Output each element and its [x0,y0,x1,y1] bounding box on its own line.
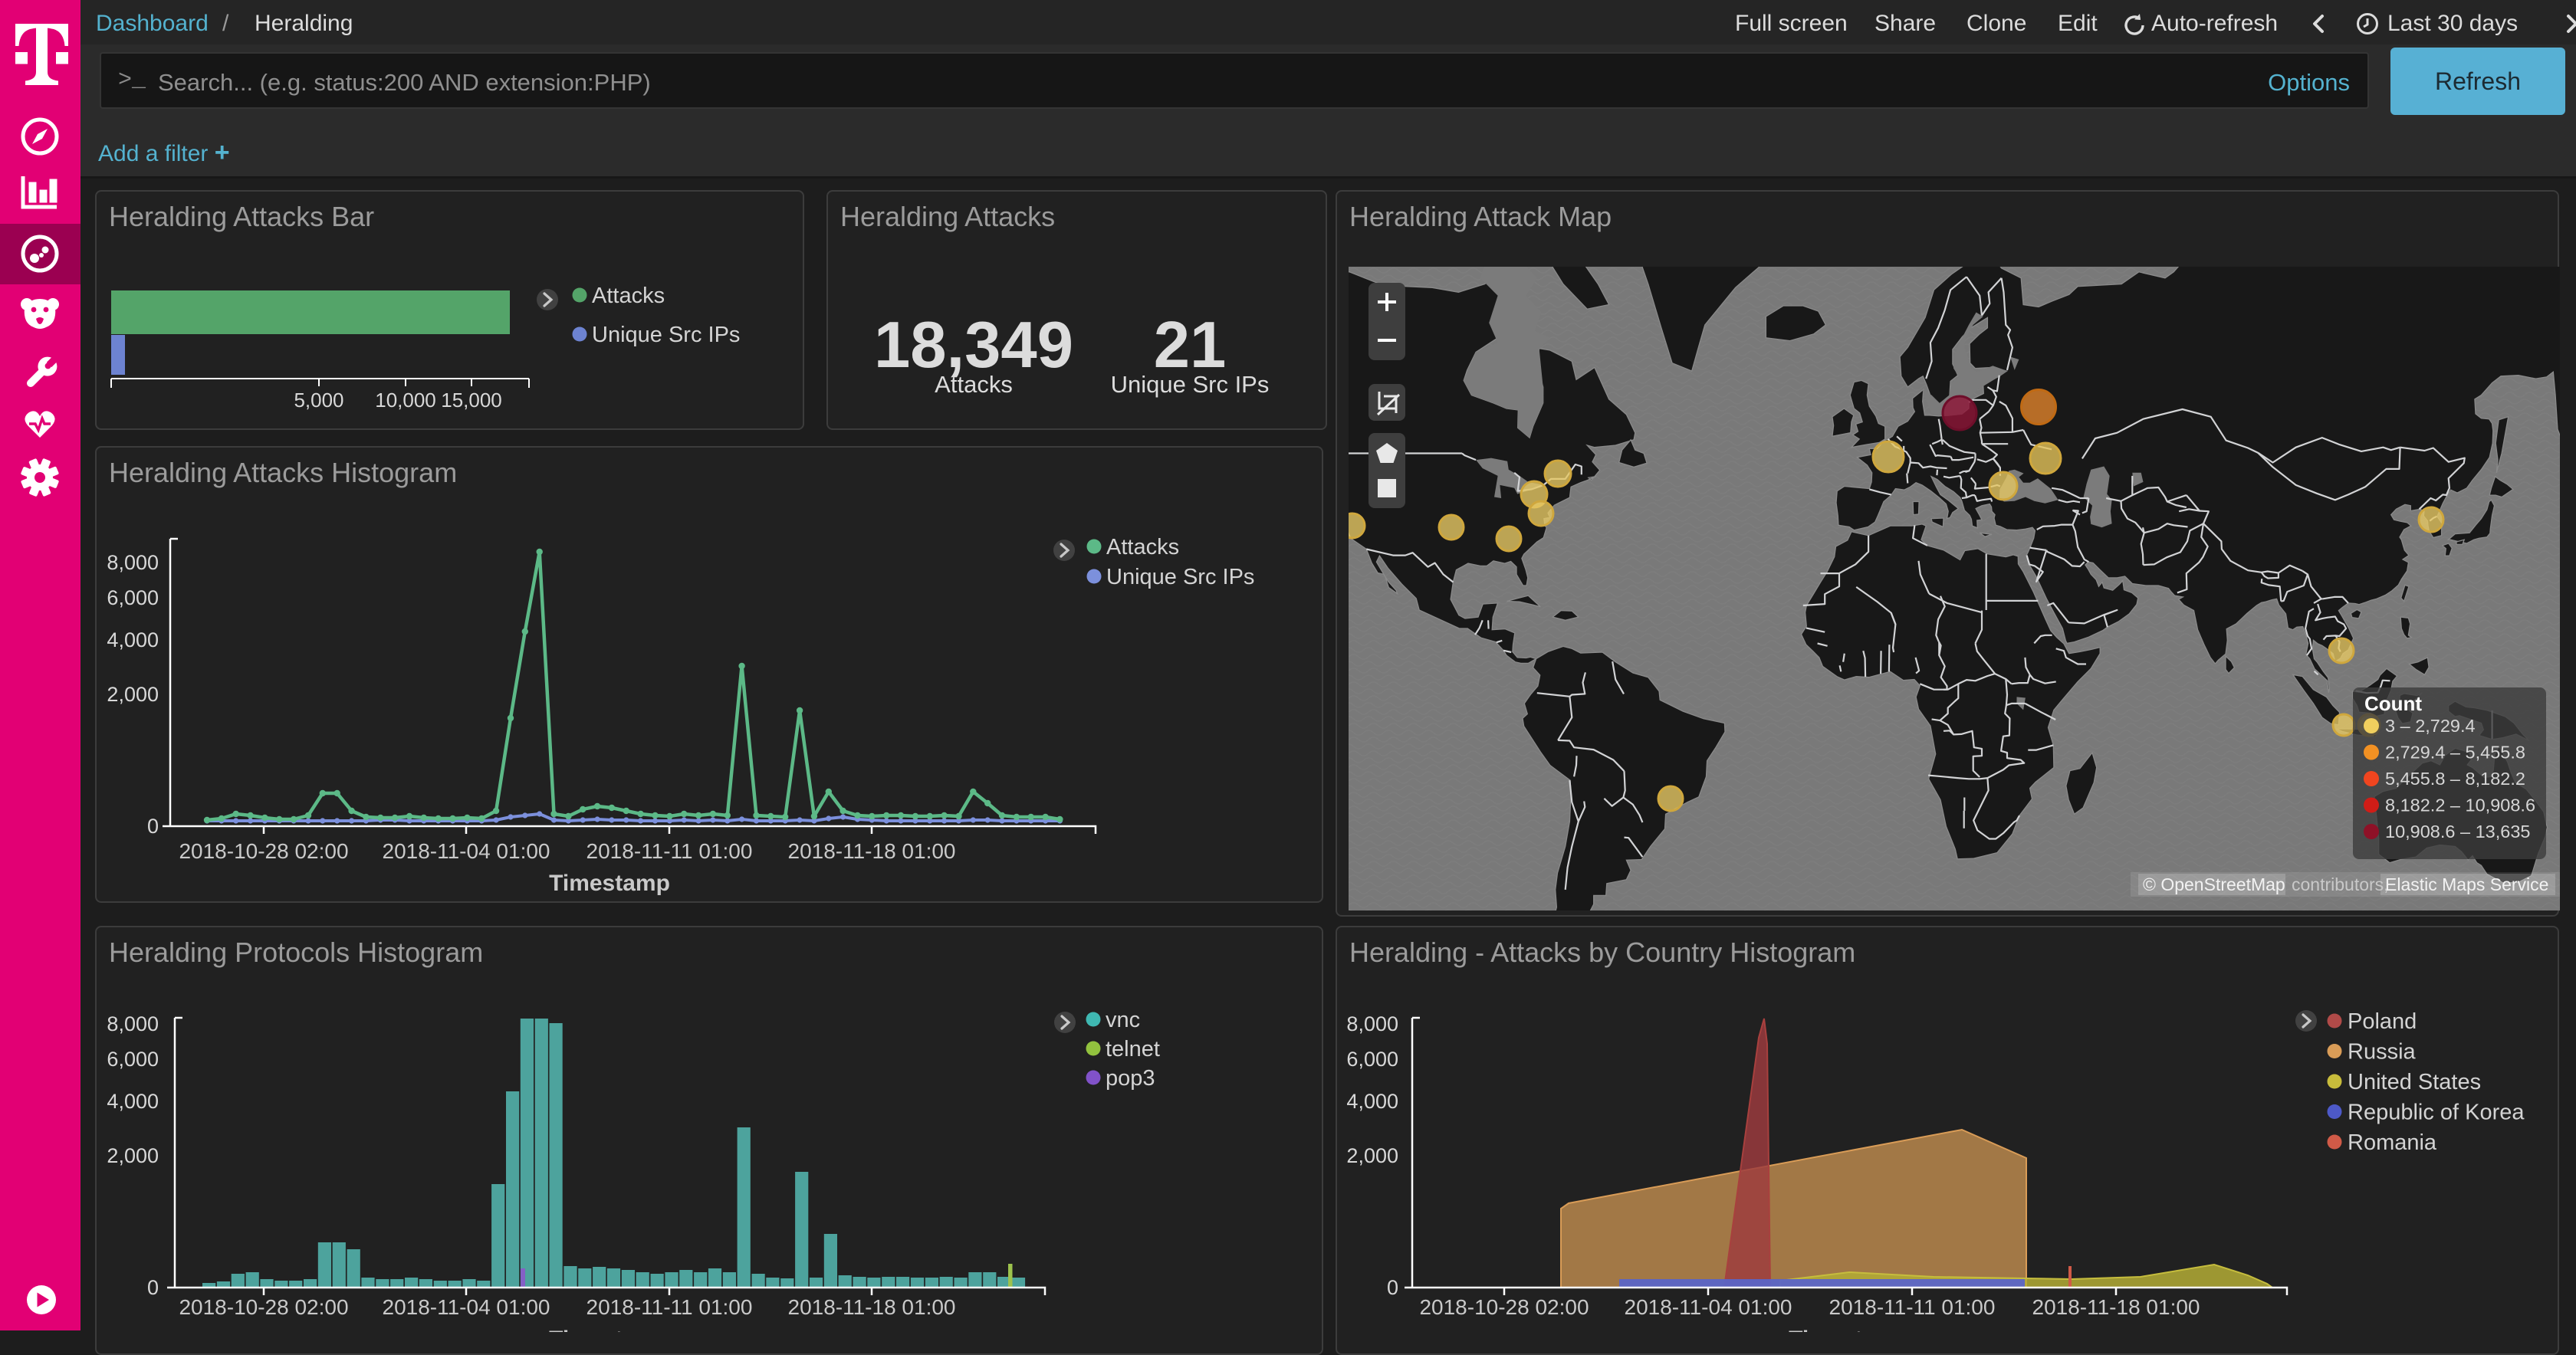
svg-text:Unique Src IPs: Unique Src IPs [592,323,740,347]
svg-text:4,000: 4,000 [107,1090,159,1113]
svg-text:contributors,: contributors, [2292,874,2389,894]
svg-text:2018-11-04 01:00: 2018-11-04 01:00 [383,839,550,863]
svg-text:© OpenStreetMap: © OpenStreetMap [2143,874,2285,894]
svg-text:Romania: Romania [2348,1130,2437,1155]
svg-text:3 – 2,729.4: 3 – 2,729.4 [2385,716,2476,736]
svg-text:4,000: 4,000 [107,628,159,651]
svg-text:2018-11-18 01:00: 2018-11-18 01:00 [788,1295,956,1319]
svg-text:6,000: 6,000 [1346,1048,1398,1071]
svg-text:pop3: pop3 [1106,1066,1155,1091]
svg-text:2018-11-18 01:00: 2018-11-18 01:00 [2032,1295,2200,1319]
svg-text:2018-11-11 01:00: 2018-11-11 01:00 [1829,1295,1996,1319]
svg-text:0: 0 [147,815,159,838]
svg-text:8,000: 8,000 [107,551,159,574]
svg-text:8,000: 8,000 [1346,1012,1398,1035]
svg-text:Count: Count [2364,692,2422,715]
svg-text:15,000: 15,000 [441,389,502,412]
svg-text:8,182.2 – 10,908.6: 8,182.2 – 10,908.6 [2385,796,2535,815]
svg-text:2018-11-11 01:00: 2018-11-11 01:00 [586,839,753,863]
svg-text:2018-11-11 01:00: 2018-11-11 01:00 [586,1295,753,1319]
svg-text:Russia: Russia [2348,1040,2417,1065]
svg-text:10,000: 10,000 [375,389,436,412]
svg-text:Attacks: Attacks [592,284,665,308]
svg-text:Elastic Maps Service: Elastic Maps Service [2385,874,2548,894]
svg-text:2,000: 2,000 [1346,1144,1398,1167]
svg-text:2018-11-04 01:00: 2018-11-04 01:00 [383,1295,550,1319]
svg-text:6,000: 6,000 [107,1048,159,1071]
svg-text:2,000: 2,000 [107,1144,159,1167]
svg-text:4,000: 4,000 [1346,1090,1398,1113]
svg-text:0: 0 [1387,1276,1398,1299]
svg-text:United States: United States [2348,1070,2481,1094]
svg-text:2018-11-18 01:00: 2018-11-18 01:00 [788,839,956,863]
svg-text:5,000: 5,000 [294,389,343,412]
svg-text:telnet: telnet [1106,1037,1160,1061]
svg-text:2018-10-28 02:00: 2018-10-28 02:00 [179,839,348,863]
svg-text:Republic of Korea: Republic of Korea [2348,1101,2525,1125]
svg-text:Timestamp: Timestamp [549,1327,670,1332]
svg-text:0: 0 [147,1276,159,1299]
svg-text:2018-10-28 02:00: 2018-10-28 02:00 [1419,1295,1589,1319]
svg-text:10,908.6 – 13,635: 10,908.6 – 13,635 [2385,822,2530,842]
svg-text:5,455.8 – 8,182.2: 5,455.8 – 8,182.2 [2385,769,2525,789]
svg-text:2,000: 2,000 [107,683,159,706]
svg-text:8,000: 8,000 [107,1012,159,1035]
svg-text:vnc: vnc [1106,1008,1140,1032]
svg-text:Poland: Poland [2348,1009,2417,1034]
svg-text:2018-11-04 01:00: 2018-11-04 01:00 [1625,1295,1792,1319]
svg-text:2018-10-28 02:00: 2018-10-28 02:00 [179,1295,348,1319]
svg-text:Attacks: Attacks [1106,535,1179,559]
svg-text:Timestamp: Timestamp [549,871,670,896]
svg-text:Unique Src IPs: Unique Src IPs [1106,565,1254,589]
svg-text:6,000: 6,000 [107,586,159,609]
svg-text:2,729.4 – 5,455.8: 2,729.4 – 5,455.8 [2385,743,2525,763]
svg-text:Timestamp: Timestamp [1789,1327,1910,1332]
